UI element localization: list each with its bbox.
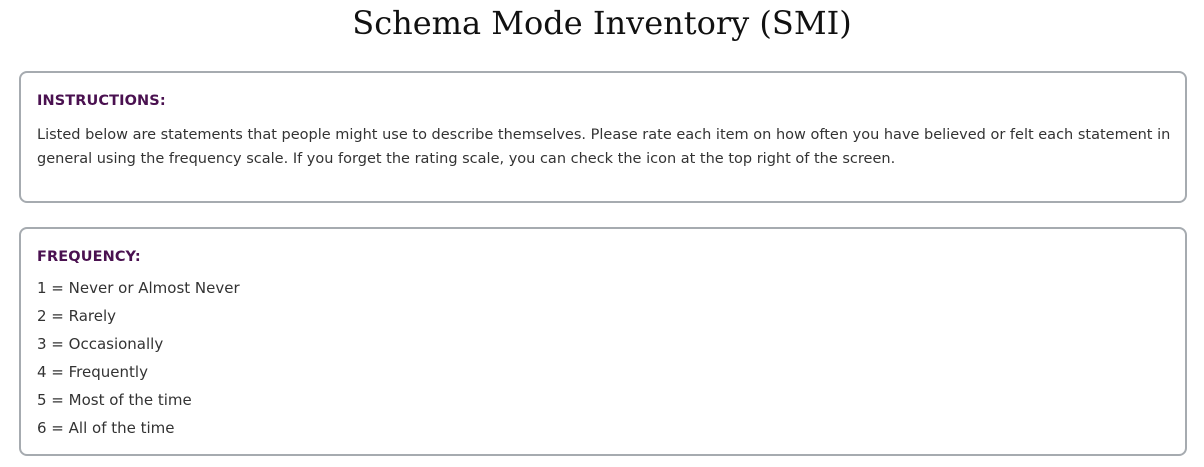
scale-item-6: 6 = All of the time xyxy=(37,419,175,437)
page-title: Schema Mode Inventory (SMI) xyxy=(352,4,852,42)
frequency-card: FREQUENCY: 1 = Never or Almost Never 2 =… xyxy=(19,227,1187,456)
instructions-heading: INSTRUCTIONS: xyxy=(37,93,166,109)
scale-item-4: 4 = Frequently xyxy=(37,363,148,381)
frequency-scale-list: 1 = Never or Almost Never 2 = Rarely 3 =… xyxy=(37,274,240,442)
instructions-card: INSTRUCTIONS: Listed below are statement… xyxy=(19,71,1187,203)
scale-item-2: 2 = Rarely xyxy=(37,307,117,325)
scale-item-3: 3 = Occasionally xyxy=(37,335,164,353)
scale-item-1: 1 = Never or Almost Never xyxy=(37,279,240,297)
scale-item-5: 5 = Most of the time xyxy=(37,391,192,409)
frequency-heading: FREQUENCY: xyxy=(37,249,141,265)
instructions-text: Listed below are statements that people … xyxy=(37,127,1171,167)
